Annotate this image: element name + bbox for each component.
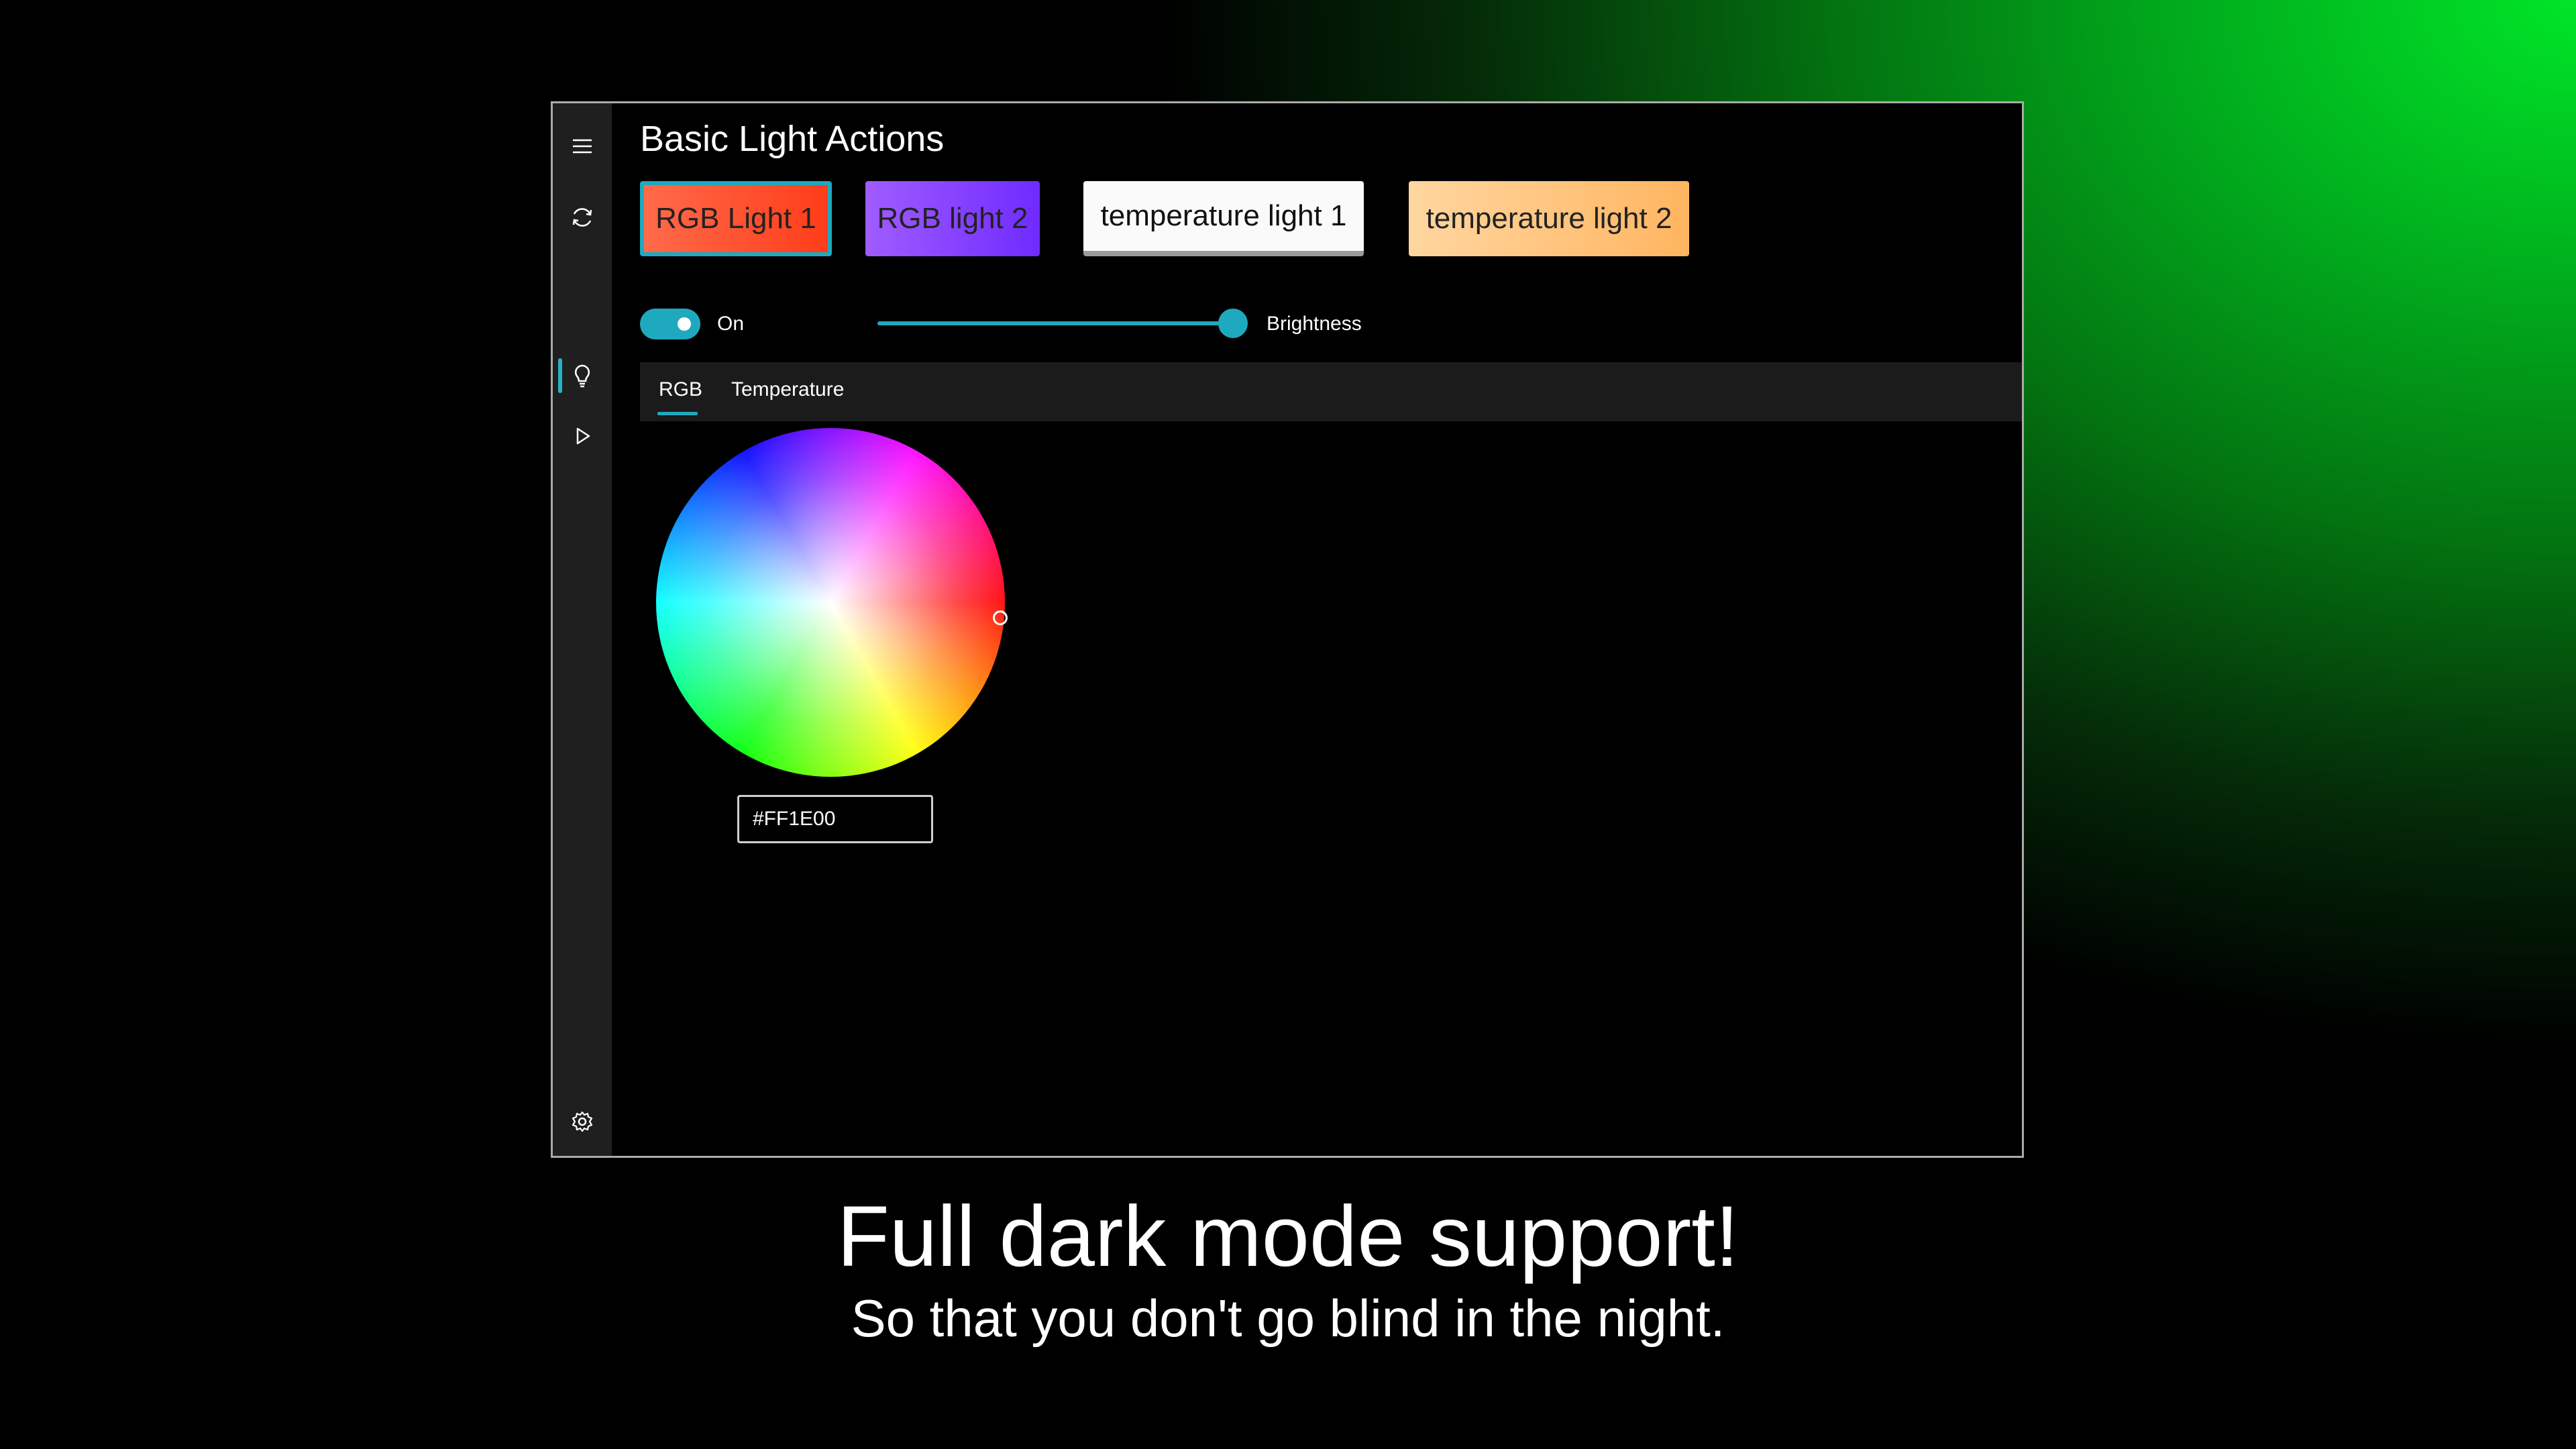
caption-title: Full dark mode support!: [837, 1189, 1739, 1285]
light-button-rgb-light-2[interactable]: RGB light 2: [865, 181, 1040, 256]
power-toggle-label: On: [717, 313, 745, 335]
app-window: Basic Light Actions RGB Light 1 RGB ligh…: [551, 101, 2024, 1158]
brightness-slider-thumb[interactable]: [1218, 309, 1248, 338]
color-mode-tabbar: RGB Temperature: [640, 362, 2022, 421]
hamburger-menu-button[interactable]: [553, 117, 612, 176]
nav-rail: [553, 103, 612, 1156]
light-button-rgb-light-1[interactable]: RGB Light 1: [640, 181, 832, 256]
gear-icon: [572, 1111, 593, 1132]
tab-selected-underline: [657, 412, 698, 415]
tab-temperature[interactable]: Temperature: [731, 378, 844, 401]
lightbulb-icon: [574, 364, 590, 388]
lights-nav-button[interactable]: [553, 346, 612, 405]
brightness-slider-track[interactable]: [877, 321, 1233, 325]
caption-subtitle: So that you don't go blind in the night.: [851, 1289, 1725, 1348]
play-icon: [576, 427, 590, 445]
light-button-temperature-light-1[interactable]: temperature light 1: [1083, 181, 1364, 256]
page-title: Basic Light Actions: [640, 119, 945, 159]
play-nav-button[interactable]: [553, 407, 612, 466]
refresh-icon: [572, 208, 592, 227]
power-toggle[interactable]: [640, 309, 700, 339]
settings-button[interactable]: [553, 1092, 612, 1151]
hex-color-input[interactable]: #FF1E00: [737, 795, 933, 843]
hamburger-menu-icon: [573, 139, 592, 154]
color-wheel[interactable]: [656, 428, 1005, 777]
light-button-temperature-light-2[interactable]: temperature light 2: [1409, 181, 1689, 256]
refresh-button[interactable]: [553, 188, 612, 247]
tab-rgb[interactable]: RGB: [659, 378, 702, 401]
color-wheel-handle[interactable]: [993, 610, 1008, 625]
brightness-label: Brightness: [1267, 313, 1362, 335]
